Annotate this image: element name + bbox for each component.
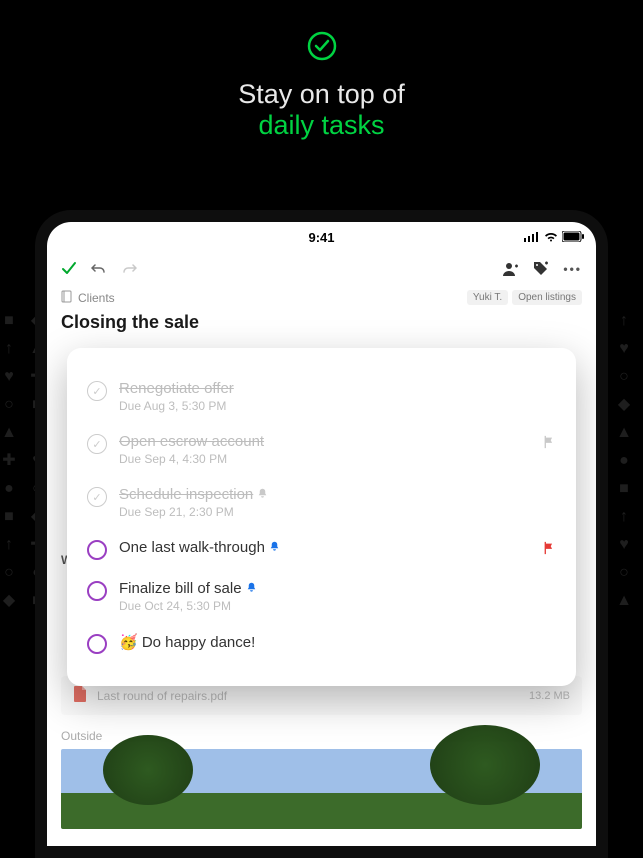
task-list-card: Renegotiate offer Due Aug 3, 5:30 PM Open … bbox=[67, 348, 576, 686]
reminder-bell-icon bbox=[246, 582, 257, 596]
hero-line1: Stay on top of bbox=[238, 79, 405, 109]
check-circle-icon bbox=[306, 30, 338, 62]
tag-chips: Yuki T. Open listings bbox=[467, 290, 582, 305]
device-screen: 9:41 bbox=[47, 222, 596, 846]
chip[interactable]: Yuki T. bbox=[467, 290, 508, 305]
redo-icon[interactable] bbox=[121, 261, 137, 277]
task-title: Finalize bill of sale bbox=[119, 580, 556, 597]
check-done-icon[interactable] bbox=[87, 381, 107, 401]
status-time: 9:41 bbox=[308, 230, 334, 245]
wifi-icon bbox=[544, 230, 558, 245]
hero-line2: daily tasks bbox=[0, 110, 643, 141]
more-icon[interactable]: ••• bbox=[563, 262, 582, 276]
task-due: Due Oct 24, 5:30 PM bbox=[119, 599, 556, 613]
task-title: One last walk-through bbox=[119, 539, 556, 556]
signal-icon bbox=[524, 230, 540, 245]
task-title: Schedule inspection bbox=[119, 486, 556, 503]
undo-icon[interactable] bbox=[91, 261, 107, 277]
flag-icon[interactable] bbox=[542, 541, 556, 558]
reminder-bell-icon bbox=[269, 541, 280, 555]
check-open-icon[interactable] bbox=[87, 634, 107, 654]
status-bar: 9:41 bbox=[47, 222, 596, 252]
breadcrumb-label: Clients bbox=[78, 291, 115, 305]
task-due: Due Aug 3, 5:30 PM bbox=[119, 399, 556, 413]
task-row[interactable]: Renegotiate offer Due Aug 3, 5:30 PM bbox=[87, 370, 556, 423]
check-open-icon[interactable] bbox=[87, 581, 107, 601]
confirm-icon[interactable] bbox=[61, 261, 77, 277]
hero-section: Stay on top of daily tasks bbox=[0, 30, 643, 141]
device-frame: 9:41 bbox=[35, 210, 608, 858]
check-open-icon[interactable] bbox=[87, 540, 107, 560]
note-title[interactable]: Closing the sale bbox=[47, 306, 596, 343]
task-row[interactable]: One last walk-through bbox=[87, 529, 556, 570]
task-title: 🥳 Do happy dance! bbox=[119, 633, 556, 651]
reminder-bell-icon bbox=[257, 488, 268, 502]
task-title: Open escrow account bbox=[119, 433, 556, 450]
notebook-icon bbox=[61, 290, 72, 306]
attachment-size: 13.2 MB bbox=[529, 690, 570, 702]
task-row[interactable]: Finalize bill of sale Due Oct 24, 5:30 PM bbox=[87, 570, 556, 623]
editor-toolbar: ••• bbox=[47, 252, 596, 286]
task-row[interactable]: Open escrow account Due Sep 4, 4:30 PM bbox=[87, 423, 556, 476]
task-row[interactable]: 🥳 Do happy dance! bbox=[87, 623, 556, 664]
pdf-icon bbox=[73, 686, 87, 705]
task-due: Due Sep 4, 4:30 PM bbox=[119, 452, 556, 466]
task-row[interactable]: Schedule inspection Due Sep 21, 2:30 PM bbox=[87, 476, 556, 529]
photo-thumbnail[interactable] bbox=[61, 749, 582, 829]
task-due: Due Sep 21, 2:30 PM bbox=[119, 505, 556, 519]
check-done-icon[interactable] bbox=[87, 487, 107, 507]
task-title: Renegotiate offer bbox=[119, 380, 556, 397]
promo-background: ◆■◆■◆↑▲↑▲↑✚♥✚♥✚○●○●○■◆■◆■▲↑▲↑▲♥✚♥✚♥●○●○●… bbox=[0, 0, 643, 858]
tag-add-icon[interactable] bbox=[533, 261, 549, 277]
add-person-icon[interactable] bbox=[503, 261, 519, 277]
battery-icon bbox=[562, 230, 584, 245]
chip[interactable]: Open listings bbox=[512, 290, 582, 305]
hero-title: Stay on top of daily tasks bbox=[0, 79, 643, 141]
flag-icon[interactable] bbox=[542, 435, 556, 452]
check-done-icon[interactable] bbox=[87, 434, 107, 454]
attachment-name: Last round of repairs.pdf bbox=[97, 689, 227, 703]
